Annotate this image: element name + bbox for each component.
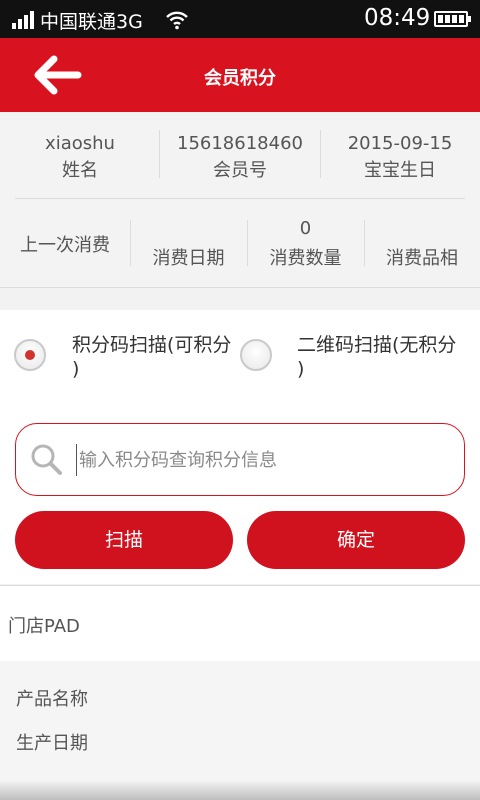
member-name-value: xiaoshu bbox=[45, 133, 115, 154]
clock-label: 08:49 bbox=[364, 5, 431, 31]
points-code-scan-label[interactable]: 积分码扫描(可积分 ) bbox=[72, 333, 231, 381]
points-code-input[interactable] bbox=[76, 444, 446, 476]
production-date-label: 生产日期 bbox=[16, 733, 88, 754]
app-header: 会员积分 bbox=[0, 38, 480, 112]
qr-code-scan-text-cont: ) bbox=[297, 358, 305, 380]
member-info-panel: xiaoshu 姓名 15618618460 会员号 2015-09-15 宝宝… bbox=[0, 112, 480, 288]
purchase-date-label: 消费日期 bbox=[152, 248, 225, 269]
product-name-label: 产品名称 bbox=[16, 689, 88, 710]
confirm-button[interactable]: 确定 bbox=[247, 511, 465, 569]
signal-icon bbox=[12, 11, 36, 29]
scan-button[interactable]: 扫描 bbox=[15, 511, 233, 569]
qr-code-scan-text: 二维码扫描(无积分 bbox=[297, 334, 457, 356]
points-code-scan-text-cont: ) bbox=[72, 358, 80, 380]
purchase-quantity-label: 消费数量 bbox=[269, 248, 342, 269]
qr-code-scan-radio[interactable] bbox=[240, 339, 272, 371]
member-id-label: 会员号 bbox=[213, 160, 267, 181]
page-title: 会员积分 bbox=[204, 68, 276, 89]
purchase-category-label: 消费品相 bbox=[386, 248, 458, 269]
points-code-scan-text: 积分码扫描(可积分 bbox=[72, 334, 232, 356]
birthday-cell: 2015-09-15 宝宝生日 bbox=[320, 130, 480, 184]
bottom-edge bbox=[0, 780, 480, 800]
store-section: 门店PAD bbox=[0, 585, 480, 661]
carrier-label: 中国联通3G bbox=[40, 11, 143, 33]
member-id-value: 15618618460 bbox=[177, 133, 303, 154]
points-code-scan-radio[interactable] bbox=[14, 339, 46, 371]
wifi-icon bbox=[166, 11, 188, 30]
search-icon bbox=[31, 444, 62, 475]
status-bar: 中国联通3G 08:49 bbox=[0, 0, 480, 38]
store-label: 门店PAD bbox=[8, 616, 80, 637]
divider bbox=[0, 287, 480, 288]
member-details-row: xiaoshu 姓名 15618618460 会员号 2015-09-15 宝宝… bbox=[0, 112, 480, 198]
member-name-label: 姓名 bbox=[62, 160, 98, 181]
search-bar[interactable] bbox=[15, 423, 465, 496]
member-name-cell: xiaoshu 姓名 bbox=[0, 130, 160, 184]
birthday-label: 宝宝生日 bbox=[364, 160, 436, 181]
member-id-cell: 15618618460 会员号 bbox=[160, 130, 320, 184]
purchase-quantity-value: 0 bbox=[299, 218, 312, 239]
last-purchase-row: 上一次消费 消费日期 0 消费数量 消费品相 bbox=[0, 198, 480, 288]
last-purchase-label: 上一次消费 bbox=[20, 235, 110, 256]
birthday-value: 2015-09-15 bbox=[347, 133, 453, 154]
battery-icon bbox=[434, 11, 471, 27]
qr-code-scan-label[interactable]: 二维码扫描(无积分 ) bbox=[297, 333, 456, 381]
